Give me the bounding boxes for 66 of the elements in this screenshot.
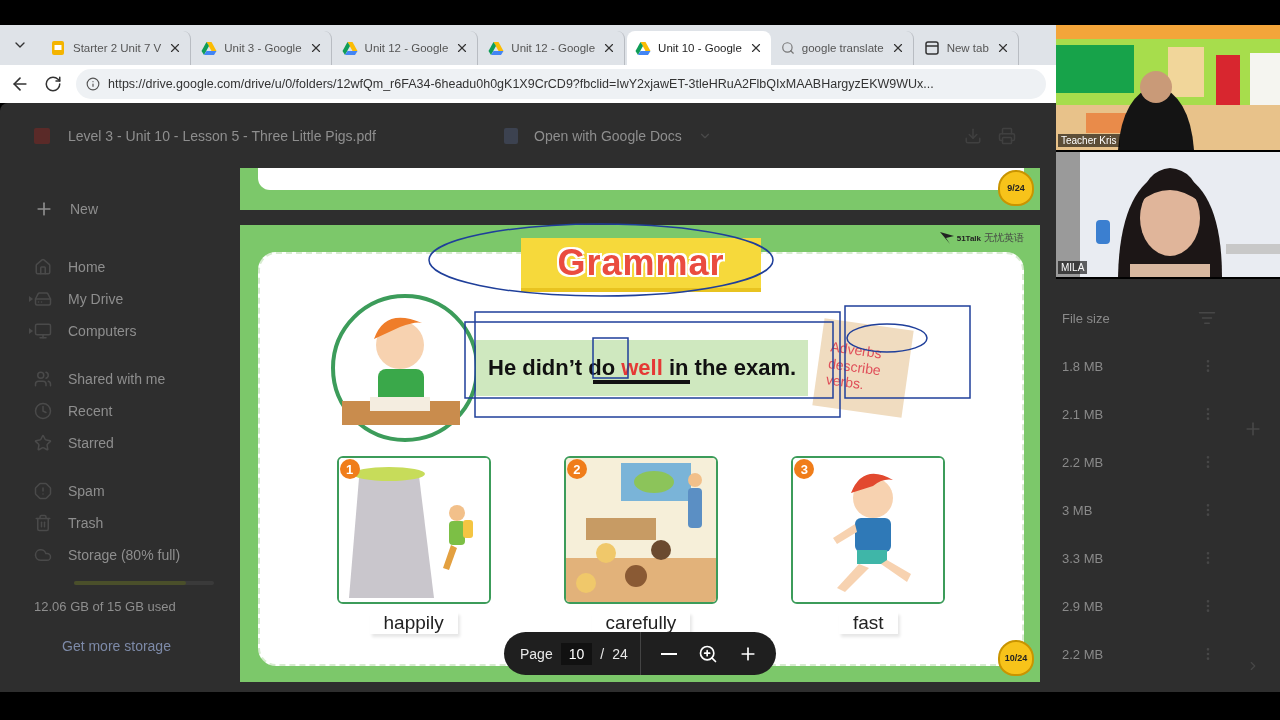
word-label: carefully xyxy=(591,612,691,634)
file-size: 2.2 MB xyxy=(1062,454,1104,470)
participant-name: Teacher Kris xyxy=(1058,134,1120,147)
new-button[interactable]: New xyxy=(34,193,240,225)
computer-icon xyxy=(34,322,52,340)
page-number-field[interactable]: 10 xyxy=(560,642,593,665)
sidebar-item[interactable]: Shared with me xyxy=(68,371,166,387)
new-label: New xyxy=(70,201,98,217)
sidebar-item[interactable]: My Drive xyxy=(68,291,124,307)
word-label: fast xyxy=(839,612,898,634)
star-icon xyxy=(34,434,52,452)
file-size: 3 MB xyxy=(1062,502,1093,518)
participant-name: MILA xyxy=(1058,261,1088,274)
warning-icon xyxy=(34,482,52,500)
site-info-icon[interactable] xyxy=(86,77,100,91)
slides-icon xyxy=(50,40,66,56)
sidebar-item[interactable]: Home xyxy=(68,259,106,275)
cloud-icon xyxy=(34,546,52,564)
logo-subtitle: 无忧英语 xyxy=(984,231,1024,245)
page-separator: / xyxy=(600,645,605,662)
address-field[interactable]: https://drive.google.com/drive/u/0/folders/12wfQm_r6FA34-6headu0h0gK1X9CrCD9?fbclid=IwY2xjawET-3tleHRuA2FlbQIxMAABHargyzEKW9WUx... xyxy=(76,69,1046,99)
file-size: 2.9 MB xyxy=(1062,598,1104,614)
page-badge: 9/24 xyxy=(998,170,1034,206)
page-label: Page xyxy=(520,645,553,662)
file-title: Level 3 - Unit 10 - Lesson 5 - Three Little Pigs.pdf xyxy=(68,127,377,144)
file-size: 3.3 MB xyxy=(1062,550,1104,566)
home-icon xyxy=(34,258,52,276)
docs-icon xyxy=(504,127,518,144)
sidebar-item[interactable]: Computers xyxy=(68,323,137,339)
drive-icon xyxy=(635,40,652,56)
word-label: happily xyxy=(369,612,458,634)
reload-icon[interactable] xyxy=(44,75,62,93)
people-icon xyxy=(34,370,52,388)
expand-arrow-icon[interactable] xyxy=(28,296,34,302)
sort-icon[interactable] xyxy=(1198,309,1216,327)
sidebar-item[interactable]: Starred xyxy=(68,435,114,451)
file-size: 2.1 MB xyxy=(1062,406,1104,422)
logo-text: 51Talk xyxy=(956,233,981,243)
page-badge: 10/24 xyxy=(998,640,1034,676)
pdf-icon xyxy=(32,125,52,146)
file-size: 2.2 MB xyxy=(1062,646,1104,662)
column-header[interactable]: File size xyxy=(1062,310,1110,326)
drive-icon xyxy=(488,40,505,56)
zoom-icon xyxy=(698,643,719,664)
browser-tab[interactable]: Unit 10 - Google xyxy=(627,31,771,65)
storage-usage-text: 12.06 GB of 15 GB used xyxy=(34,599,177,614)
open-with-button[interactable]: Open with Google Docs xyxy=(534,127,682,144)
clock-icon xyxy=(34,402,52,420)
drive-icon xyxy=(201,40,218,56)
note-text: Adverbs describe verbs. xyxy=(824,338,884,395)
slide-title: Grammar xyxy=(557,242,725,284)
file-size: 1.8 MB xyxy=(1062,358,1104,374)
get-more-storage-link[interactable]: Get more storage xyxy=(62,638,240,654)
drive-icon xyxy=(341,40,358,56)
sidebar-item[interactable]: Spam xyxy=(68,483,105,499)
sidebar-item[interactable]: Recent xyxy=(68,403,113,419)
search-icon xyxy=(780,41,795,55)
drive-icon xyxy=(34,290,52,308)
sidebar-item[interactable]: Storage (80% full) xyxy=(68,547,181,563)
logo-icon xyxy=(939,232,954,244)
expand-arrow-icon[interactable] xyxy=(28,328,34,334)
trash-icon xyxy=(34,514,52,532)
sidebar-item[interactable]: Trash xyxy=(68,515,104,531)
browser-window-icon xyxy=(923,40,940,56)
minus-icon xyxy=(660,652,677,655)
page-total: 24 xyxy=(612,645,628,662)
